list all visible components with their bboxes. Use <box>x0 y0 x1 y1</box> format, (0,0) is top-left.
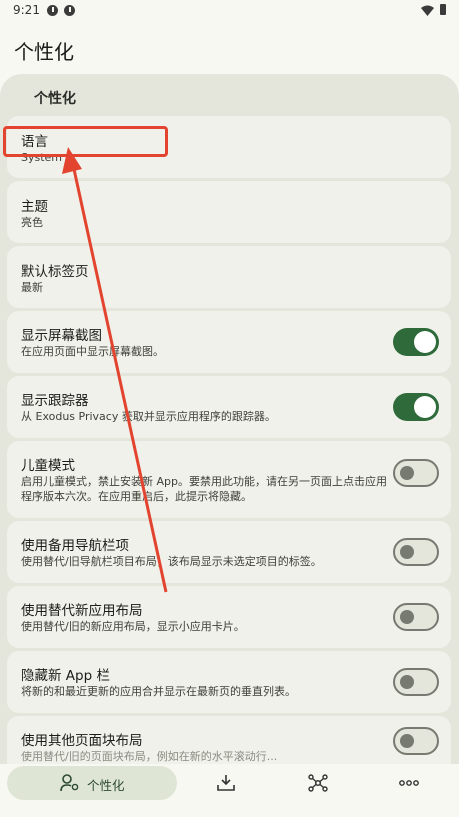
setting-description: 启用儿童模式，禁止安装新 App。要禁用此功能，请在另一页面上点击应用程序版本六… <box>21 475 387 503</box>
setting-title: 主题 <box>21 199 48 215</box>
hub-icon[interactable] <box>308 774 328 792</box>
setting-alt-new-app-layout[interactable]: 使用替代新应用布局 使用替代/旧的新应用布局，显示小应用卡片。 <box>7 586 451 648</box>
section-title: 个性化 <box>34 91 76 107</box>
setting-title: 使用备用导航栏项 <box>21 538 129 554</box>
status-time: 9:21 <box>13 3 40 17</box>
alt-block-toggle[interactable] <box>393 727 439 755</box>
trackers-toggle[interactable] <box>393 393 439 421</box>
setting-title: 显示跟踪器 <box>21 393 89 409</box>
toggle-knob <box>400 545 414 559</box>
toggle-knob <box>414 331 436 353</box>
setting-description: 使用替代/旧导航栏项目布局，该布局显示未选定项目的标签。 <box>21 555 322 568</box>
toggle-knob <box>400 610 414 624</box>
setting-value: 最新 <box>21 281 43 294</box>
setting-title: 使用其他页面块布局 <box>21 733 143 749</box>
setting-description: 将新的和最近更新的应用合并显示在最新页的垂直列表。 <box>21 685 296 698</box>
hide-new-app-toggle[interactable] <box>393 668 439 696</box>
kids-mode-toggle[interactable] <box>393 459 439 487</box>
setting-alt-block-layout[interactable]: 使用其他页面块布局 使用替代/旧的页面块布局，例如在新的水平滚动行... <box>7 716 451 764</box>
notification-icon <box>64 5 75 16</box>
setting-theme[interactable]: 主题 亮色 <box>7 181 451 243</box>
settings-card: 个性化 语言 System 主题 亮色 默认标签页 最新 显示屏幕截图 在应用页… <box>0 74 459 764</box>
setting-title: 儿童模式 <box>21 458 75 474</box>
setting-title: 使用替代新应用布局 <box>21 603 143 619</box>
setting-value: 亮色 <box>21 216 43 229</box>
setting-hide-new-app-bar[interactable]: 隐藏新 App 栏 将新的和最近更新的应用合并显示在最新页的垂直列表。 <box>7 651 451 713</box>
setting-alt-nav-items[interactable]: 使用备用导航栏项 使用替代/旧导航栏项目布局，该布局显示未选定项目的标签。 <box>7 521 451 583</box>
nav-item-personalization[interactable]: 个性化 <box>7 766 177 800</box>
setting-show-trackers[interactable]: 显示跟踪器 从 Exodus Privacy 获取并显示应用程序的跟踪器。 <box>7 376 451 438</box>
setting-description: 使用替代/旧的新应用布局，显示小应用卡片。 <box>21 620 245 633</box>
bottom-navigation: 个性化 <box>0 764 459 817</box>
notification-icon <box>47 5 58 16</box>
setting-title: 显示屏幕截图 <box>21 328 102 344</box>
more-icon[interactable] <box>399 774 419 792</box>
annotation-highlight-box <box>3 126 168 157</box>
toggle-knob <box>400 734 414 748</box>
setting-kids-mode[interactable]: 儿童模式 启用儿童模式，禁止安装新 App。要禁用此功能，请在另一页面上点击应用… <box>7 441 451 518</box>
setting-description: 使用替代/旧的页面块布局，例如在新的水平滚动行... <box>21 750 278 763</box>
setting-default-tab[interactable]: 默认标签页 最新 <box>7 246 451 308</box>
page-title: 个性化 <box>14 40 74 64</box>
wifi-icon <box>421 5 434 16</box>
nav-item-label: 个性化 <box>87 778 125 793</box>
download-icon[interactable] <box>216 774 236 792</box>
setting-title: 默认标签页 <box>21 264 89 280</box>
battery-icon <box>440 4 446 15</box>
alt-nav-toggle[interactable] <box>393 538 439 566</box>
setting-description: 从 Exodus Privacy 获取并显示应用程序的跟踪器。 <box>21 410 276 423</box>
setting-description: 在应用页面中显示屏幕截图。 <box>21 345 164 358</box>
alt-new-app-toggle[interactable] <box>393 603 439 631</box>
status-bar: 9:21 <box>0 0 459 22</box>
setting-title: 隐藏新 App 栏 <box>21 668 110 684</box>
toggle-knob <box>400 675 414 689</box>
toggle-knob <box>400 466 414 480</box>
setting-show-screenshots[interactable]: 显示屏幕截图 在应用页面中显示屏幕截图。 <box>7 311 451 373</box>
person-settings-icon <box>60 774 79 792</box>
screenshots-toggle[interactable] <box>393 328 439 356</box>
toggle-knob <box>414 396 436 418</box>
